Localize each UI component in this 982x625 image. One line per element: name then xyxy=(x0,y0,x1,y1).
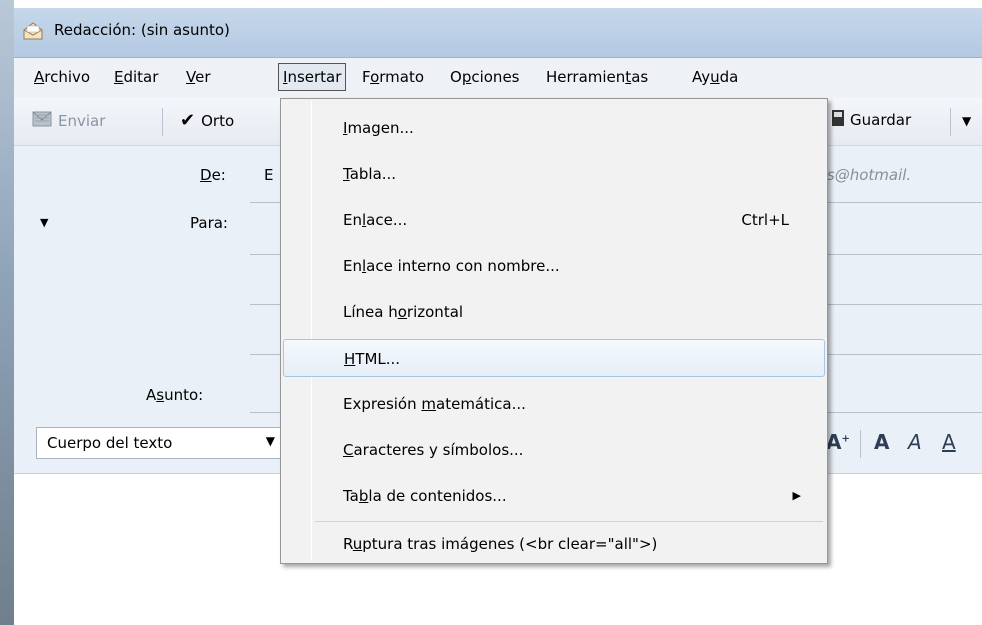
menu-item-label: Línea horizontal xyxy=(343,303,464,321)
save-label: Guardar xyxy=(850,111,912,129)
menu-opciones[interactable]: Opciones xyxy=(446,68,524,86)
menu-item-label: Tabla de contenidos... xyxy=(343,487,507,505)
send-button[interactable]: Enviar xyxy=(32,110,105,132)
menu-insertar[interactable]: Insertar xyxy=(278,63,347,91)
menu-bar: Archivo Editar Ver Insertar Formato Opci… xyxy=(14,58,982,98)
menu-item-label: Imagen... xyxy=(343,119,414,137)
save-dropdown-arrow[interactable]: ▼ xyxy=(962,114,971,128)
toolbar-separator xyxy=(162,108,163,136)
save-button[interactable]: Guardar xyxy=(832,110,911,130)
menu-separator xyxy=(315,521,823,522)
menu-item-caracteres-simbolos[interactable]: Caracteres y símbolos... xyxy=(283,431,825,469)
paragraph-style-value: Cuerpo del texto xyxy=(47,434,173,452)
menu-ver[interactable]: Ver xyxy=(182,68,215,86)
underline-icon[interactable]: A xyxy=(942,430,956,454)
menu-item-label: HTML... xyxy=(344,350,401,368)
save-icon xyxy=(832,110,844,130)
title-bar: Redacción: (sin asunto) xyxy=(14,8,982,58)
menu-item-enlace-interno[interactable]: Enlace interno con nombre... xyxy=(283,247,825,285)
menu-ayuda[interactable]: Ayuda xyxy=(688,68,742,86)
paragraph-style-select[interactable]: Cuerpo del texto ▼ xyxy=(36,427,286,459)
menu-item-html[interactable]: HTML... xyxy=(283,339,825,377)
menu-formato[interactable]: Formato xyxy=(358,68,428,86)
from-select[interactable]: E xyxy=(264,166,273,184)
submenu-arrow-icon: ▶ xyxy=(792,489,801,502)
menu-item-tabla[interactable]: Tabla... xyxy=(283,155,825,193)
menu-item-label: Expresión matemática... xyxy=(343,395,526,413)
menu-item-label: Enlace interno con nombre... xyxy=(343,257,560,275)
toolbar-separator xyxy=(950,108,951,136)
menu-editar[interactable]: Editar xyxy=(110,68,162,86)
spelling-button[interactable]: ✔ Orto xyxy=(180,110,234,131)
from-label: De: xyxy=(200,166,226,184)
chevron-down-icon: ▼ xyxy=(265,434,275,448)
spelling-label: Orto xyxy=(201,111,235,130)
menu-item-tabla-contenidos[interactable]: Tabla de contenidos... ▶ xyxy=(283,477,825,515)
send-label: Enviar xyxy=(58,112,106,130)
insert-menu-dropdown: Imagen... Tabla... Enlace... Ctrl+L Enla… xyxy=(280,98,828,564)
compose-window-icon xyxy=(22,20,44,42)
menu-item-imagen[interactable]: Imagen... xyxy=(283,109,825,147)
menu-item-ruptura-imagenes[interactable]: Ruptura tras imágenes (<br clear="all">) xyxy=(283,525,825,563)
recipient-type-arrow[interactable]: ▼ xyxy=(40,216,48,229)
to-label: Para: xyxy=(190,214,228,232)
subject-label: Asunto: xyxy=(146,386,204,404)
menu-item-label: Caracteres y símbolos... xyxy=(343,441,524,459)
menu-item-expresion-matematica[interactable]: Expresión matemática... xyxy=(283,385,825,423)
menu-item-shortcut: Ctrl+L xyxy=(741,211,789,229)
desktop-background xyxy=(0,0,14,625)
menu-item-linea-horizontal[interactable]: Línea horizontal xyxy=(283,293,825,331)
menu-item-label: Tabla... xyxy=(343,165,397,183)
menu-archivo[interactable]: Archivo xyxy=(30,68,94,86)
bold-icon[interactable]: A xyxy=(874,430,889,454)
toolbar-separator xyxy=(860,430,861,458)
checkmark-icon: ✔ xyxy=(180,110,196,131)
menu-item-label: Enlace... xyxy=(343,211,408,229)
italic-icon[interactable]: A xyxy=(908,430,922,454)
larger-font-icon[interactable]: A+ xyxy=(826,430,850,454)
menu-item-enlace[interactable]: Enlace... Ctrl+L xyxy=(283,201,825,239)
menu-item-label: Ruptura tras imágenes (<br clear="all">) xyxy=(343,535,658,553)
window-title: Redacción: (sin asunto) xyxy=(54,21,230,39)
menu-herramientas[interactable]: Herramientas xyxy=(542,68,652,86)
send-icon xyxy=(32,110,52,132)
